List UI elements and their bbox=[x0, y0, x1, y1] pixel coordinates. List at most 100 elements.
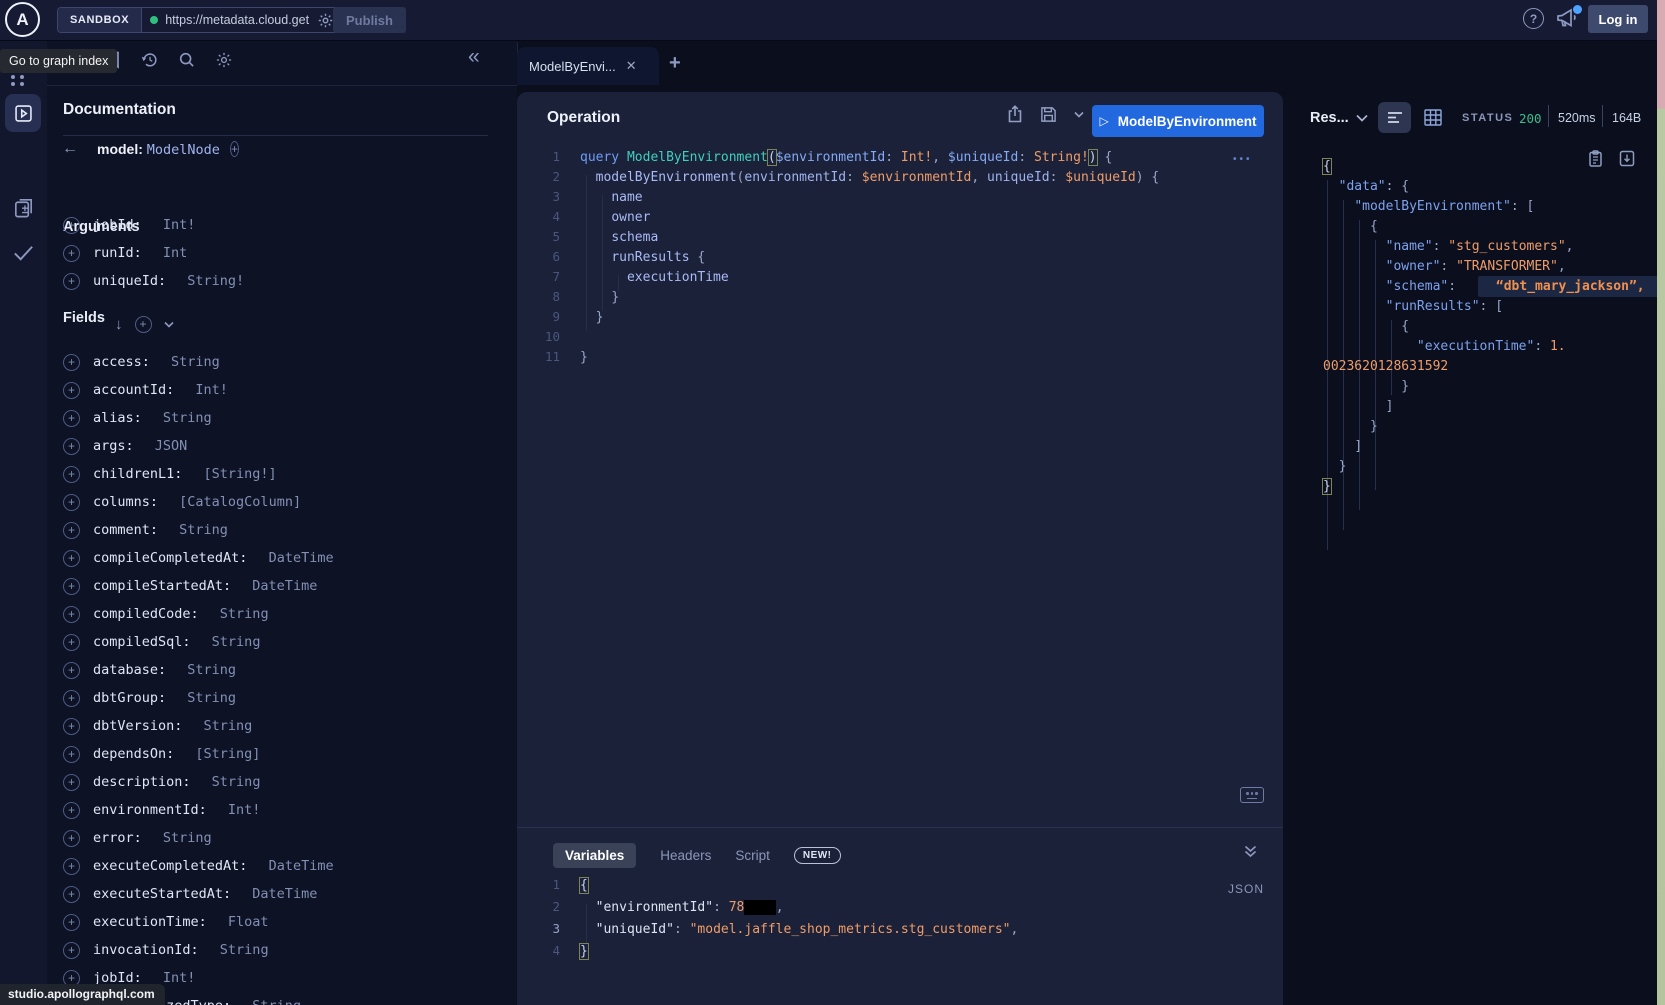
add-to-operation-icon[interactable]: + bbox=[63, 914, 80, 931]
announcements-button[interactable] bbox=[1555, 7, 1581, 31]
add-to-operation-icon[interactable]: + bbox=[63, 494, 80, 511]
add-to-operation-icon[interactable]: + bbox=[63, 245, 80, 262]
add-to-operation-icon[interactable]: + bbox=[63, 410, 80, 427]
tab-headers[interactable]: Headers bbox=[660, 848, 711, 863]
code-line[interactable]: 0023620128631592 bbox=[1323, 357, 1659, 377]
field-row[interactable]: +invocationId: String bbox=[63, 936, 508, 964]
explorer-settings-gear-icon[interactable] bbox=[215, 51, 233, 69]
field-row[interactable]: +compiledCode: String bbox=[63, 600, 508, 628]
tab-script[interactable]: Script bbox=[735, 848, 770, 863]
add-to-operation-icon[interactable]: + bbox=[63, 718, 80, 735]
add-model-button[interactable]: + bbox=[230, 140, 239, 158]
breadcrumb-type[interactable]: ModelNode bbox=[147, 142, 220, 158]
add-to-operation-icon[interactable]: + bbox=[63, 606, 80, 623]
add-all-fields-button[interactable]: + bbox=[135, 316, 152, 333]
code-line[interactable]: "name": "stg_customers", bbox=[1323, 237, 1659, 257]
tab-variables[interactable]: Variables bbox=[553, 843, 636, 868]
search-icon[interactable] bbox=[178, 51, 196, 69]
code-line[interactable]: "executionTime": 1. bbox=[1323, 337, 1659, 357]
field-row[interactable]: +error: String bbox=[63, 824, 508, 852]
response-dropdown[interactable]: Res... bbox=[1310, 110, 1349, 126]
add-to-operation-icon[interactable]: + bbox=[63, 382, 80, 399]
add-to-operation-icon[interactable]: + bbox=[63, 550, 80, 567]
code-line[interactable]: 1query ModelByEnvironment($environmentId… bbox=[517, 147, 1283, 167]
apollo-logo[interactable]: A bbox=[5, 2, 40, 37]
table-view-button[interactable] bbox=[1424, 109, 1442, 126]
code-line[interactable]: 4 owner bbox=[517, 207, 1283, 227]
code-line[interactable]: } bbox=[1323, 377, 1659, 397]
field-row[interactable]: +compileCompletedAt: DateTime bbox=[63, 544, 508, 572]
code-line[interactable]: 3 "uniqueId": "model.jaffle_shop_metrics… bbox=[517, 918, 1283, 940]
field-row[interactable]: +description: String bbox=[63, 768, 508, 796]
raw-view-button[interactable] bbox=[1378, 102, 1411, 133]
code-line[interactable]: 6 runResults { bbox=[517, 247, 1283, 267]
field-row[interactable]: +accountId: Int! bbox=[63, 376, 508, 404]
add-to-operation-icon[interactable]: + bbox=[63, 466, 80, 483]
response-dropdown-chevron-icon[interactable] bbox=[1356, 114, 1368, 122]
share-operation-icon[interactable] bbox=[1007, 105, 1023, 123]
add-fields-chevron-icon[interactable] bbox=[164, 321, 174, 328]
code-line[interactable]: 9 } bbox=[517, 307, 1283, 327]
field-row[interactable]: +comment: String bbox=[63, 516, 508, 544]
code-line[interactable]: ] bbox=[1323, 397, 1659, 417]
field-row[interactable]: +executeStartedAt: DateTime bbox=[63, 880, 508, 908]
code-line[interactable]: 2 modelByEnvironment(environmentId: $env… bbox=[517, 167, 1283, 187]
add-to-operation-icon[interactable]: + bbox=[63, 438, 80, 455]
add-to-operation-icon[interactable]: + bbox=[63, 942, 80, 959]
code-line[interactable]: 1{ bbox=[517, 874, 1283, 896]
keyboard-shortcuts-button[interactable] bbox=[1240, 787, 1264, 803]
sort-fields-icon[interactable]: ↓ bbox=[115, 316, 123, 333]
field-row[interactable]: +executionTime: Float bbox=[63, 908, 508, 936]
nav-schema-button[interactable] bbox=[12, 196, 35, 220]
save-operation-icon[interactable] bbox=[1040, 106, 1057, 123]
nav-explorer-button[interactable] bbox=[5, 94, 41, 132]
add-to-operation-icon[interactable]: + bbox=[63, 217, 80, 234]
code-line[interactable]: 5 schema bbox=[517, 227, 1283, 247]
code-line[interactable]: { bbox=[1323, 157, 1659, 177]
login-button[interactable]: Log in bbox=[1588, 5, 1648, 33]
add-to-operation-icon[interactable]: + bbox=[63, 273, 80, 290]
field-row[interactable]: +dbtGroup: String bbox=[63, 684, 508, 712]
field-row[interactable]: +environmentId: Int! bbox=[63, 796, 508, 824]
back-arrow-icon[interactable]: ← bbox=[62, 140, 78, 158]
field-row[interactable]: +access: String bbox=[63, 348, 508, 376]
field-row[interactable]: +columns: [CatalogColumn] bbox=[63, 488, 508, 516]
code-line[interactable]: { bbox=[1323, 317, 1659, 337]
code-line[interactable]: 11} bbox=[517, 347, 1283, 367]
argument-row[interactable]: +jobId: Int! bbox=[63, 211, 508, 239]
add-to-operation-icon[interactable]: + bbox=[63, 830, 80, 847]
save-menu-chevron-icon[interactable] bbox=[1074, 111, 1084, 118]
add-to-operation-icon[interactable]: + bbox=[63, 858, 80, 875]
collapse-docs-icon[interactable]: « bbox=[468, 45, 480, 69]
add-to-operation-icon[interactable]: + bbox=[63, 522, 80, 539]
add-to-operation-icon[interactable]: + bbox=[63, 662, 80, 679]
field-row[interactable]: +compileStartedAt: DateTime bbox=[63, 572, 508, 600]
code-line[interactable]: ] bbox=[1323, 437, 1659, 457]
field-row[interactable]: +args: JSON bbox=[63, 432, 508, 460]
nav-checks-button[interactable] bbox=[12, 243, 35, 263]
code-line[interactable]: 8 } bbox=[517, 287, 1283, 307]
code-line[interactable]: "runResults": [ bbox=[1323, 297, 1659, 317]
breadcrumb-field[interactable]: model: bbox=[97, 141, 143, 157]
add-to-operation-icon[interactable]: + bbox=[63, 746, 80, 763]
history-icon[interactable] bbox=[141, 51, 159, 69]
add-to-operation-icon[interactable]: + bbox=[63, 774, 80, 791]
operation-tab[interactable]: ModelByEnvi... ✕ bbox=[517, 47, 659, 85]
add-to-operation-icon[interactable]: + bbox=[63, 354, 80, 371]
collapse-variables-icon[interactable] bbox=[1243, 845, 1258, 858]
endpoint-url-input[interactable]: https://metadata.cloud.get bbox=[142, 8, 342, 32]
add-to-operation-icon[interactable]: + bbox=[63, 578, 80, 595]
field-row[interactable]: +childrenL1: [String!] bbox=[63, 460, 508, 488]
field-row[interactable]: +dependsOn: [String] bbox=[63, 740, 508, 768]
new-tab-button[interactable]: + bbox=[669, 52, 681, 75]
field-row[interactable]: +dbtVersion: String bbox=[63, 712, 508, 740]
code-line[interactable]: } bbox=[1323, 417, 1659, 437]
code-line[interactable]: 10 bbox=[517, 327, 1283, 347]
close-tab-icon[interactable]: ✕ bbox=[626, 58, 637, 74]
run-operation-button[interactable]: ▷ ModelByEnvironment bbox=[1092, 105, 1264, 137]
field-row[interactable]: +compiledSql: String bbox=[63, 628, 508, 656]
argument-row[interactable]: +runId: Int bbox=[63, 239, 508, 267]
argument-row[interactable]: +uniqueId: String! bbox=[63, 267, 508, 295]
add-to-operation-icon[interactable]: + bbox=[63, 634, 80, 651]
add-to-operation-icon[interactable]: + bbox=[63, 802, 80, 819]
